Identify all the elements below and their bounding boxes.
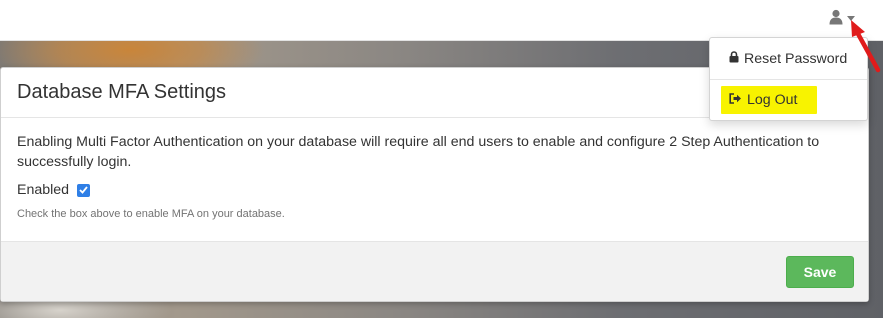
panel-footer: Save [1,241,868,301]
lock-icon [729,51,739,67]
panel-body: Enabling Multi Factor Authentication on … [1,118,868,241]
check-icon [79,186,88,194]
menu-item-log-out[interactable]: Log Out [721,86,817,114]
menu-item-label: Reset Password [744,51,848,67]
annotation-arrow-icon [851,20,881,73]
enabled-row: Enabled [17,182,852,198]
help-text: Check the box above to enable MFA on you… [17,208,285,220]
user-icon [829,9,843,25]
enabled-checkbox[interactable] [77,183,91,197]
enabled-label: Enabled [17,182,70,198]
menu-divider [710,79,867,80]
sign-out-icon [729,92,742,108]
save-button[interactable]: Save [786,256,854,288]
top-navbar [0,0,883,41]
menu-item-label: Log Out [747,92,798,108]
mfa-description: Enabling Multi Factor Authentication on … [17,134,820,170]
